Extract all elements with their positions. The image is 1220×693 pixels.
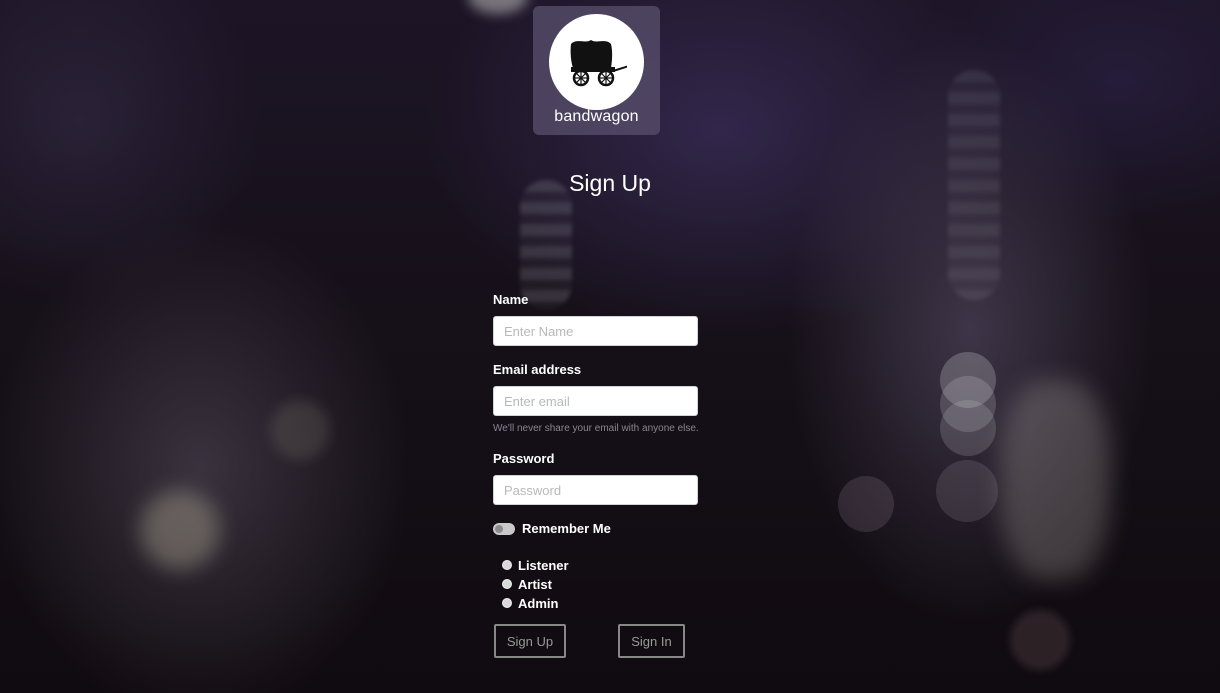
role-label[interactable]: Artist: [518, 577, 552, 592]
background-bokeh: [940, 376, 996, 432]
password-input[interactable]: [493, 475, 698, 505]
background-bokeh: [1000, 380, 1110, 580]
name-input[interactable]: [493, 316, 698, 346]
background-bokeh: [936, 460, 998, 522]
background-bokeh: [270, 400, 330, 460]
background-bokeh: [940, 400, 996, 456]
name-label: Name: [493, 292, 529, 307]
password-label: Password: [493, 451, 555, 466]
background-bokeh: [1010, 610, 1070, 670]
email-label: Email address: [493, 362, 582, 377]
radio-button[interactable]: [502, 579, 512, 589]
page-title: Sign Up: [569, 170, 651, 196]
background-bokeh: [140, 490, 220, 570]
background-bokeh: [940, 352, 996, 408]
sign-up-button[interactable]: Sign Up: [494, 624, 566, 658]
email-help-text: We'll never share your email with anyone…: [493, 423, 699, 434]
background-bokeh: [838, 476, 894, 532]
remember-me-toggle[interactable]: [493, 523, 515, 535]
sign-in-button[interactable]: Sign In: [618, 624, 685, 658]
email-input[interactable]: [493, 386, 698, 416]
toggle-knob: [495, 525, 503, 533]
radio-button[interactable]: [502, 598, 512, 608]
wagon-icon: [549, 14, 644, 110]
remember-me-label[interactable]: Remember Me: [522, 521, 611, 536]
role-label[interactable]: Listener: [518, 558, 569, 573]
background-bokeh: [468, 0, 528, 14]
radio-button[interactable]: [502, 560, 512, 570]
role-label[interactable]: Admin: [518, 596, 558, 611]
background-light-column: [520, 180, 572, 310]
brand-logo: bandwagon: [533, 6, 660, 135]
brand-name: bandwagon: [554, 108, 639, 125]
